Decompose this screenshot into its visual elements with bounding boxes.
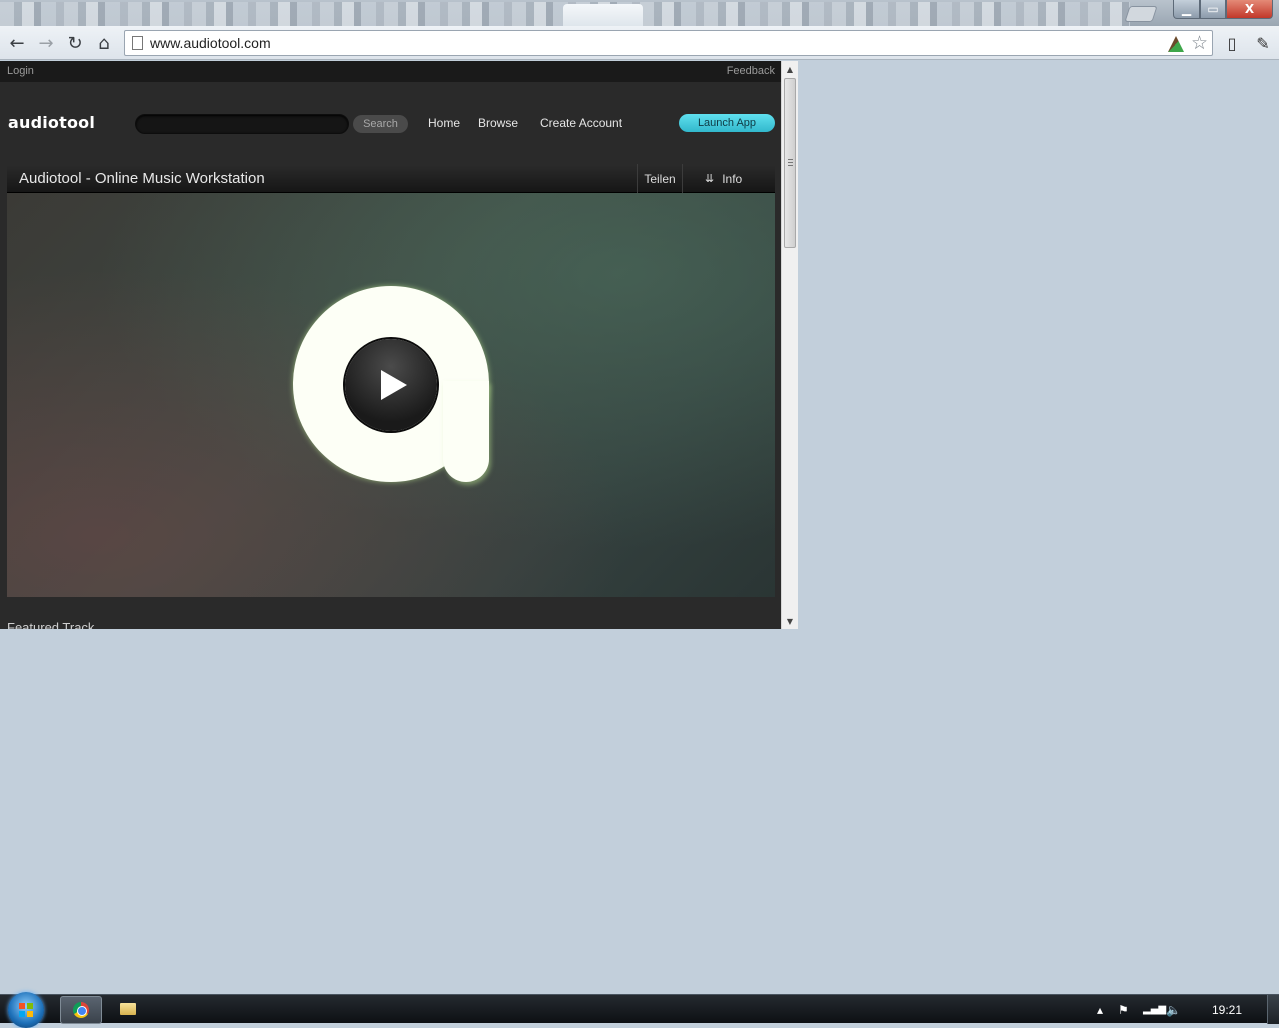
scroll-up-arrow-icon[interactable]: ▲: [782, 61, 798, 77]
volume-icon[interactable]: 🔈: [1166, 995, 1181, 1024]
back-arrow-icon[interactable]: ←: [5, 31, 29, 55]
nav-create-account[interactable]: Create Account: [540, 116, 622, 130]
windows-logo-icon: [19, 1003, 33, 1017]
grip-icon: [788, 159, 793, 166]
page-viewport: Login Feedback audiotool Search Home Bro…: [0, 61, 781, 629]
video-title[interactable]: Audiotool - Online Music Workstation: [19, 170, 265, 187]
feedback-link[interactable]: Feedback: [727, 65, 775, 77]
browser-tab-strip: ▁ ▭ X: [0, 0, 1279, 26]
launch-app-button[interactable]: Launch App: [679, 114, 775, 132]
window-controls: ▁ ▭ X: [1173, 0, 1273, 19]
play-icon: [381, 370, 407, 400]
windows-taskbar: ▴ ⚑ ▂▄▆ 🔈 19:21: [0, 992, 1279, 1028]
site-topbar: Login Feedback: [0, 61, 781, 82]
show-hidden-icons-icon[interactable]: ▴: [1097, 995, 1103, 1024]
share-button[interactable]: Teilen: [637, 164, 683, 193]
taskbar-explorer-button[interactable]: [108, 996, 148, 1024]
page-scrollbar[interactable]: ▲ ▼: [781, 61, 798, 629]
address-bar[interactable]: www.audiotool.com ☆: [124, 30, 1213, 56]
maximize-button[interactable]: ▭: [1200, 0, 1226, 19]
scroll-thumb[interactable]: [784, 78, 796, 248]
network-icon[interactable]: ▂▄▆: [1143, 995, 1166, 1024]
nav-browse[interactable]: Browse: [478, 116, 518, 130]
folder-icon: [120, 1003, 136, 1015]
new-tab-button[interactable]: [1124, 6, 1158, 22]
chrome-icon: [73, 1002, 89, 1018]
audiotool-logo[interactable]: audiotool: [8, 113, 95, 132]
forward-arrow-icon[interactable]: →: [34, 31, 58, 55]
active-tab[interactable]: [563, 4, 643, 26]
scroll-down-arrow-icon[interactable]: ▼: [782, 613, 798, 629]
site-header: audiotool Search Home Browse Create Acco…: [0, 82, 781, 162]
extension-icon[interactable]: [1168, 36, 1184, 52]
double-chevron-down-icon: ⇊: [705, 172, 715, 185]
play-button[interactable]: [345, 339, 437, 431]
minimize-button[interactable]: ▁: [1173, 0, 1200, 19]
star-icon[interactable]: ☆: [1191, 32, 1208, 54]
info-button[interactable]: ⇊ Info: [705, 164, 742, 193]
featured-track-heading: Featured Track: [7, 620, 95, 629]
action-center-flag-icon[interactable]: ⚑: [1118, 995, 1129, 1024]
url-text[interactable]: www.audiotool.com: [150, 35, 271, 51]
reload-icon[interactable]: ↻: [63, 31, 87, 55]
show-desktop-button[interactable]: [1267, 995, 1279, 1024]
video-player[interactable]: [7, 193, 775, 597]
search-input[interactable]: [135, 114, 349, 134]
search-button[interactable]: Search: [353, 115, 408, 133]
video-title-bar: Audiotool - Online Music Workstation Tei…: [7, 164, 775, 193]
taskbar-clock[interactable]: 19:21: [1212, 1003, 1242, 1017]
nav-home[interactable]: Home: [428, 116, 460, 130]
login-link[interactable]: Login: [7, 65, 34, 77]
wrench-icon[interactable]: ✎: [1251, 31, 1275, 55]
info-label: Info: [722, 171, 743, 186]
taskbar-chrome-button[interactable]: [60, 996, 102, 1024]
browser-toolbar: ← → ↻ ⌂ www.audiotool.com ☆ ▯ ✎: [0, 26, 1279, 60]
audiotool-a-logo-tail: [443, 381, 489, 482]
page-icon: [132, 36, 143, 50]
home-icon[interactable]: ⌂: [92, 31, 116, 55]
close-window-button[interactable]: X: [1226, 0, 1273, 19]
sync-icon[interactable]: ▯: [1220, 31, 1244, 55]
